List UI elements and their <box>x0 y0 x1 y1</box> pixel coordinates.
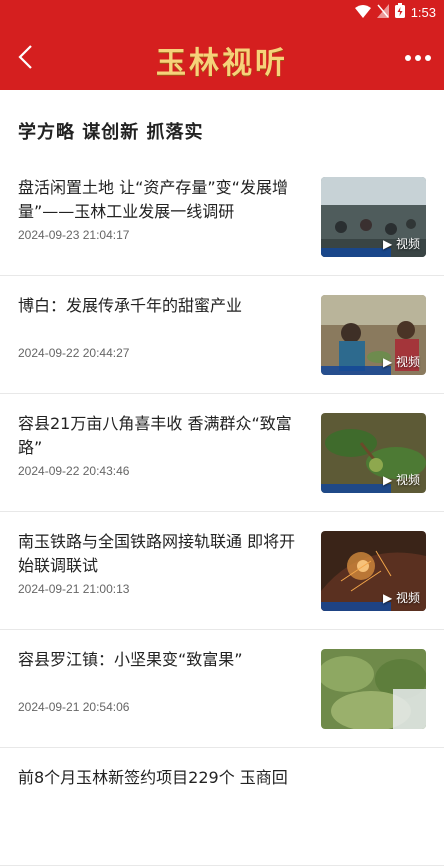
wifi-icon <box>354 3 371 22</box>
news-date: 2024-09-22 20:44:27 <box>18 346 130 360</box>
news-title: 南玉铁路与全国铁路网接轨联通 即将开始联调联试 <box>18 532 296 575</box>
caption-strip <box>321 602 391 611</box>
news-title: 前8个月玉林新签约项目229个 玉商回 <box>18 768 288 787</box>
caption-strip <box>321 484 391 493</box>
news-thumbnail[interactable]: ▶ 视频 <box>321 177 426 257</box>
news-thumbnail[interactable] <box>321 649 426 729</box>
caption-strip <box>321 366 391 375</box>
caption-strip <box>321 248 391 257</box>
news-item[interactable]: 博白：发展传承千年的甜蜜产业 2024-09-22 20:44:27 ▶ 视频 <box>0 276 444 394</box>
video-badge: ▶ 视频 <box>382 591 420 605</box>
news-item[interactable]: 容县21万亩八角喜丰收 香满群众“致富路” 2024-09-22 20:43:4… <box>0 394 444 512</box>
battery-icon <box>394 2 405 22</box>
news-date: 2024-09-23 21:04:17 <box>18 228 130 242</box>
app-brand-title: 玉林视听 <box>156 46 288 81</box>
video-badge: ▶ 视频 <box>382 355 420 369</box>
video-badge: ▶ 视频 <box>382 473 420 487</box>
status-bar: 1:53 <box>0 0 444 24</box>
news-item[interactable]: 南玉铁路与全国铁路网接轨联通 即将开始联调联试 2024-09-21 21:00… <box>0 512 444 630</box>
section-title: 学方略 谋创新 抓落实 <box>18 122 204 143</box>
news-thumbnail[interactable]: ▶ 视频 <box>321 531 426 611</box>
news-title: 盘活闲置土地 让“资产存量”变“发展增量”——玉林工业发展一线调研 <box>18 178 288 221</box>
news-date: 2024-09-22 20:43:46 <box>18 464 130 478</box>
more-icon <box>405 55 431 61</box>
signal-icon <box>376 3 389 22</box>
status-icons: 1:53 <box>354 2 436 22</box>
news-list: 盘活闲置土地 让“资产存量”变“发展增量”——玉林工业发展一线调研 2024-0… <box>0 158 444 866</box>
status-time: 1:53 <box>410 4 436 20</box>
app-bar: 玉林视听 <box>0 24 444 90</box>
more-button[interactable] <box>400 46 436 70</box>
news-date: 2024-09-21 20:54:06 <box>18 700 130 714</box>
news-thumbnail[interactable]: ▶ 视频 <box>321 295 426 375</box>
news-item[interactable]: 容县罗江镇：小坚果变“致富果” 2024-09-21 20:54:06 <box>0 630 444 748</box>
news-title: 容县罗江镇：小坚果变“致富果” <box>18 650 243 669</box>
news-date: 2024-09-21 21:00:13 <box>18 582 130 596</box>
news-thumbnail[interactable]: ▶ 视频 <box>321 413 426 493</box>
video-badge: ▶ 视频 <box>382 237 420 251</box>
news-item[interactable]: 盘活闲置土地 让“资产存量”变“发展增量”——玉林工业发展一线调研 2024-0… <box>0 158 444 276</box>
news-title: 容县21万亩八角喜丰收 香满群众“致富路” <box>18 414 292 457</box>
news-item[interactable]: 前8个月玉林新签约项目229个 玉商回 <box>0 748 444 866</box>
news-title: 博白：发展传承千年的甜蜜产业 <box>18 296 243 315</box>
